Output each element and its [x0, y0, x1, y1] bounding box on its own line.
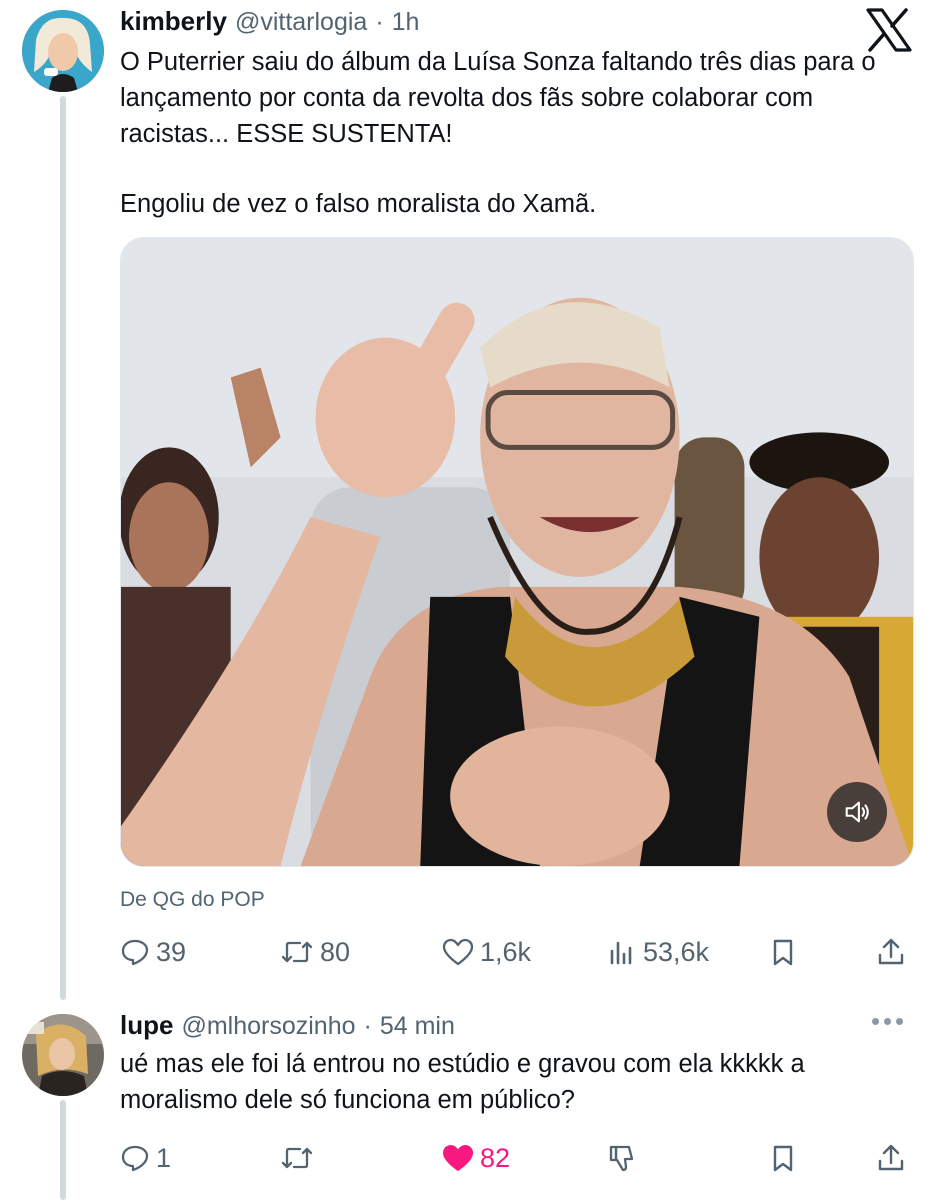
heart-icon	[442, 938, 474, 966]
speaker-icon	[845, 801, 869, 823]
repost-button[interactable]	[280, 1138, 314, 1178]
thread-line	[60, 1100, 66, 1200]
views-button[interactable]: 53,6k	[607, 932, 709, 972]
reply-header: lupe @mlhorsozinho · 54 min	[120, 1010, 455, 1041]
avatar[interactable]	[22, 1014, 104, 1096]
share-button[interactable]	[876, 1138, 906, 1178]
timestamp[interactable]: 1h	[392, 8, 420, 37]
more-icon[interactable]	[872, 1018, 903, 1025]
bookmark-button[interactable]	[768, 932, 798, 972]
reply-count: 1	[156, 1142, 172, 1173]
video-player[interactable]	[120, 237, 914, 867]
reply-icon	[121, 939, 149, 966]
sound-button[interactable]	[827, 782, 887, 842]
display-name[interactable]: kimberly	[120, 6, 227, 37]
tweet-text: O Puterrier saiu do álbum da Luísa Sonza…	[120, 48, 876, 148]
thread-line	[60, 96, 66, 1000]
dislike-icon	[609, 1145, 634, 1172]
user-handle[interactable]: @mlhorsozinho	[181, 1012, 355, 1041]
reply-actions: 1 82	[120, 1138, 914, 1178]
media-source-label[interactable]: De QG do POP	[120, 888, 265, 912]
separator: ·	[363, 1012, 372, 1040]
bookmark-icon	[773, 1145, 793, 1172]
separator: ·	[375, 8, 384, 36]
views-icon	[610, 941, 632, 965]
avatar[interactable]	[22, 10, 104, 92]
dislike-button[interactable]	[607, 1138, 637, 1178]
reply-button[interactable]: 39	[120, 932, 186, 972]
repost-count: 80	[320, 936, 351, 967]
repost-button[interactable]: 80	[280, 932, 350, 972]
bookmark-button[interactable]	[768, 1138, 798, 1178]
tweet-actions: 39 80 1,6k 53,6k	[120, 932, 914, 972]
timestamp[interactable]: 54 min	[380, 1012, 455, 1041]
like-count: 1,6k	[480, 936, 532, 967]
share-button[interactable]	[876, 932, 906, 972]
reply-icon	[121, 1145, 149, 1172]
tweet-text: Engoliu de vez o falso moralista do Xamã…	[120, 190, 597, 218]
reply-text: ué mas ele foi lá entrou no estúdio e gr…	[120, 1050, 805, 1114]
reply-count: 39	[156, 936, 187, 967]
share-icon	[878, 938, 904, 965]
like-button[interactable]: 1,6k	[442, 932, 531, 972]
views-count: 53,6k	[643, 936, 710, 967]
video-thumbnail	[121, 238, 913, 866]
tweet-header: kimberly @vittarlogia · 1h	[120, 6, 419, 37]
like-button[interactable]: 82	[442, 1138, 510, 1178]
heart-icon	[443, 1145, 473, 1171]
repost-icon	[281, 941, 313, 963]
bookmark-icon	[773, 939, 793, 966]
user-handle[interactable]: @vittarlogia	[235, 8, 367, 37]
repost-icon	[281, 1147, 313, 1169]
display-name[interactable]: lupe	[120, 1010, 173, 1041]
share-icon	[878, 1144, 904, 1171]
reply-button[interactable]: 1	[120, 1138, 171, 1178]
like-count: 82	[480, 1142, 511, 1173]
